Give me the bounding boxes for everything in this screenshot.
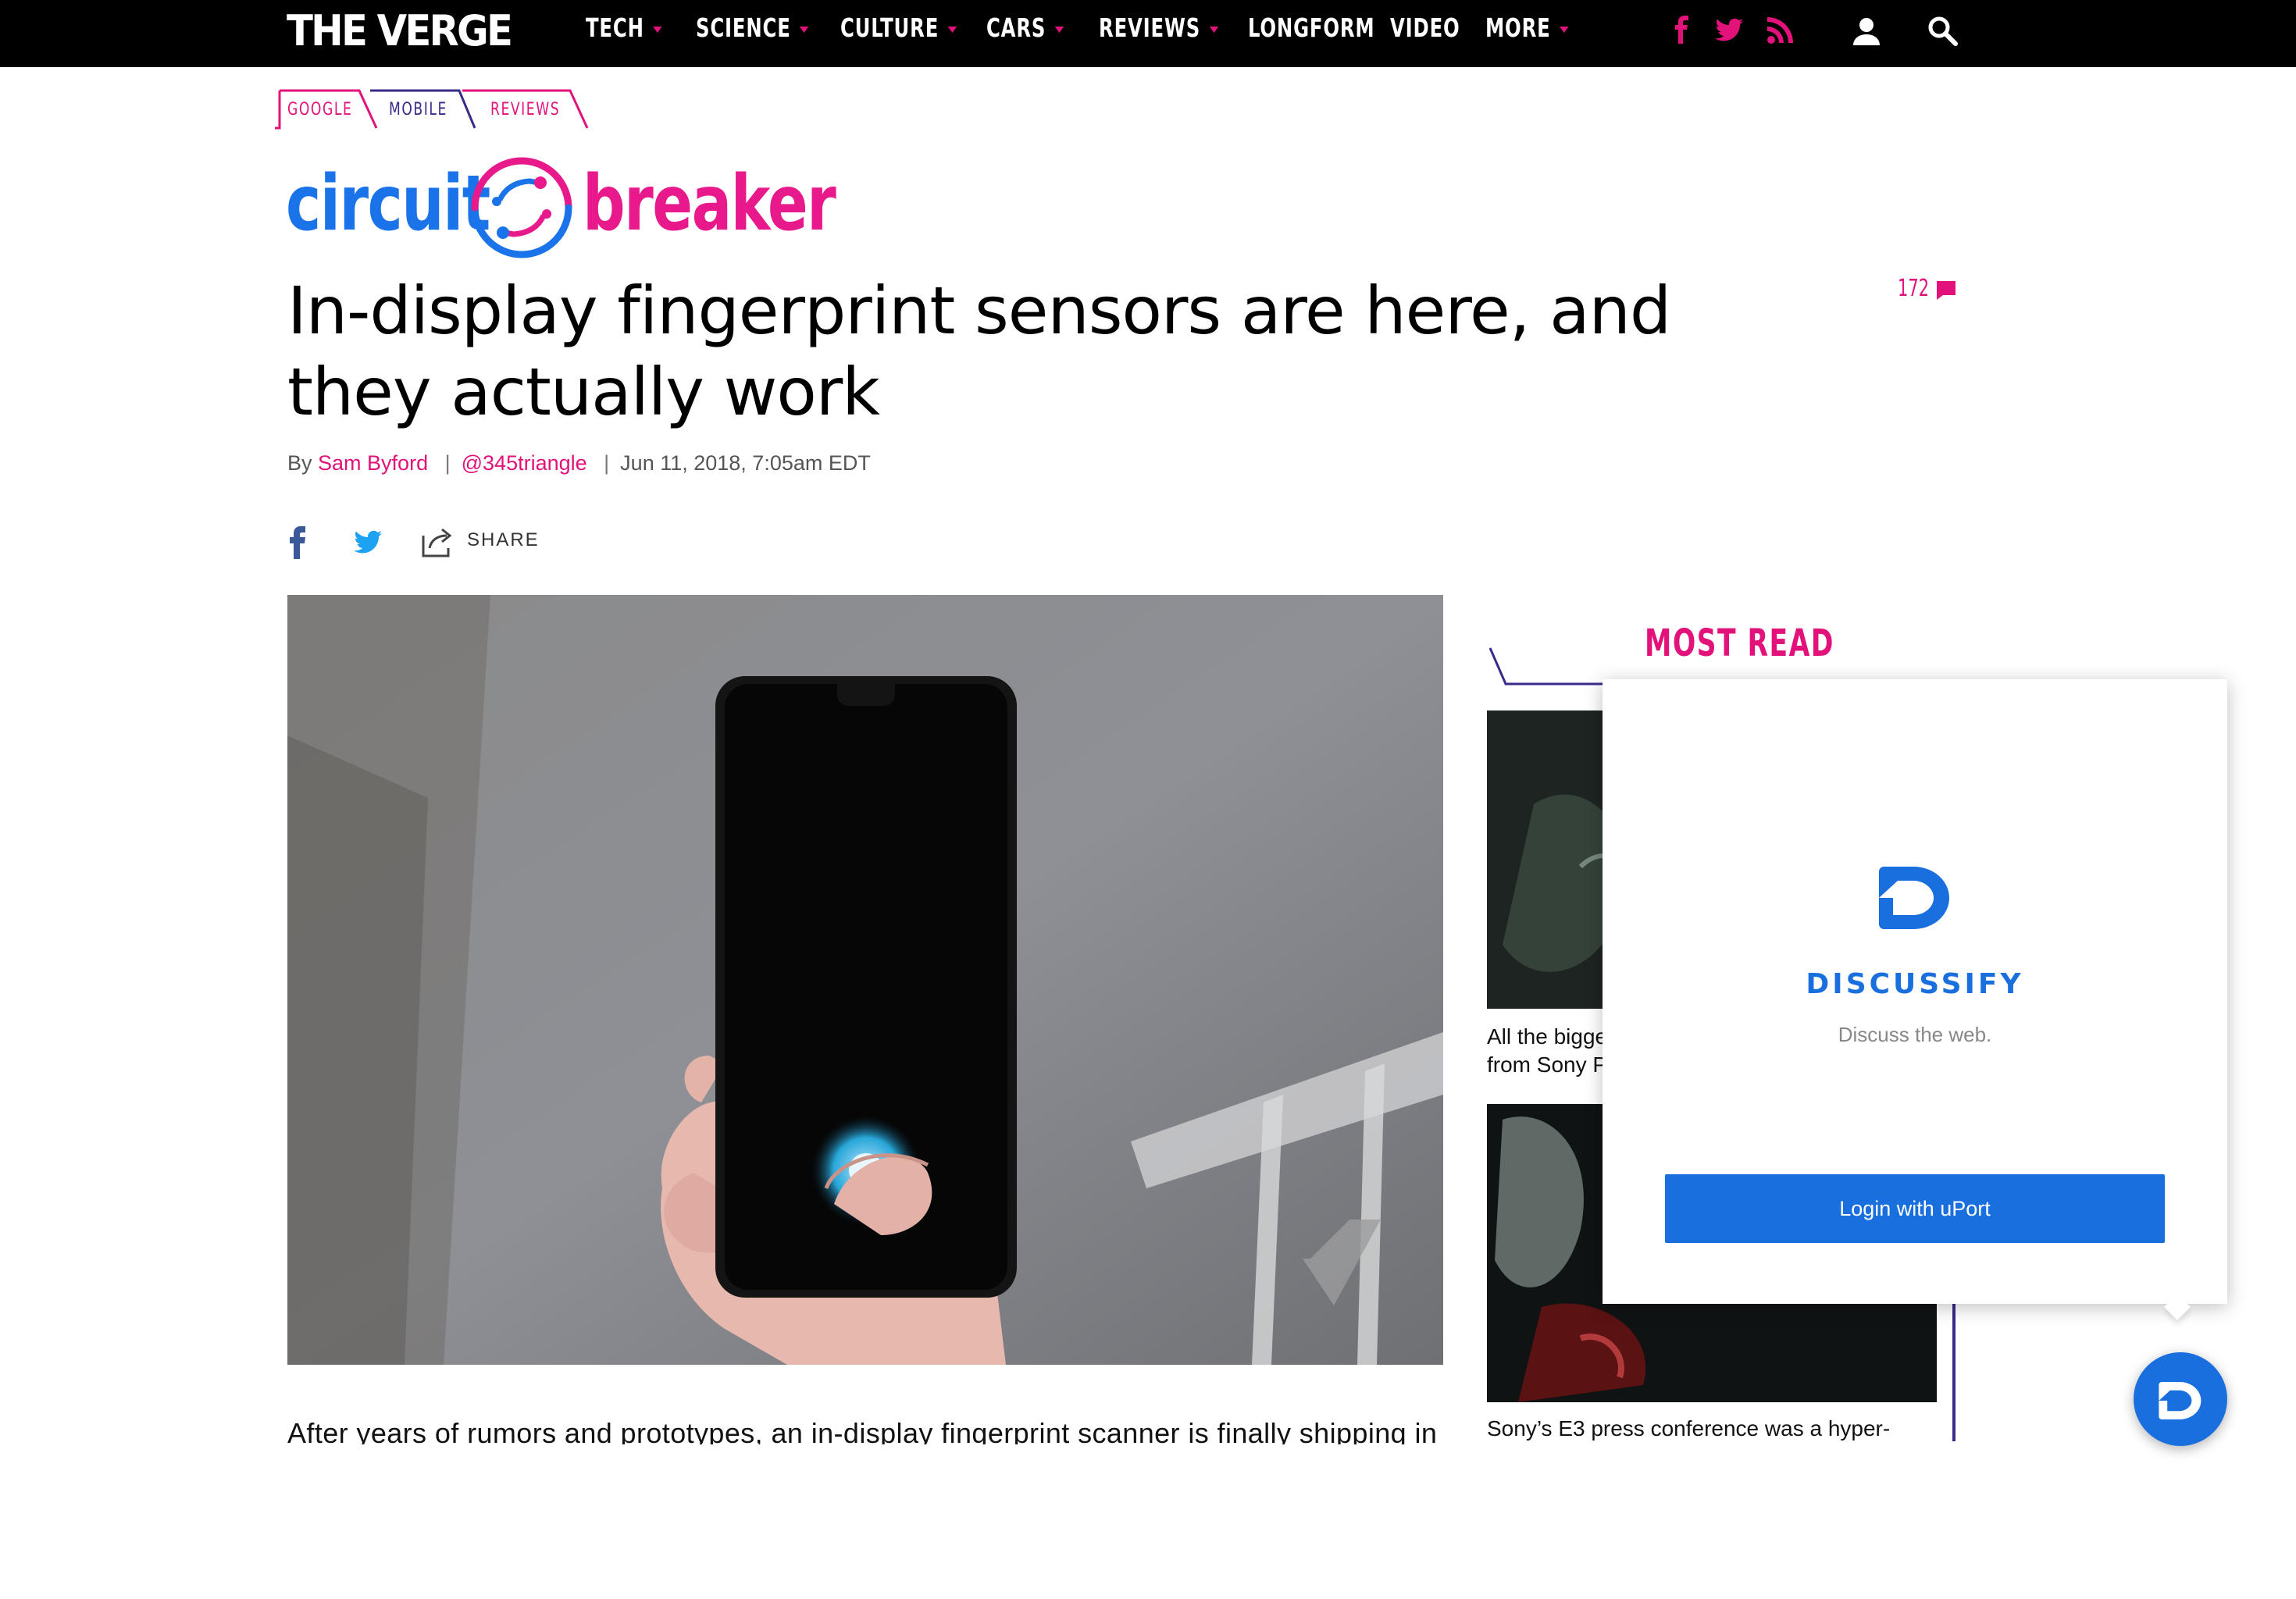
nav-label: CULTURE	[840, 12, 939, 43]
nav-label: MORE	[1485, 12, 1551, 43]
article-body-clip: After years of rumors and prototypes, an…	[287, 1415, 1443, 1444]
divider: |	[604, 451, 610, 475]
breadcrumb-reviews[interactable]: REVIEWS	[490, 92, 560, 128]
nav-label: REVIEWS	[1099, 12, 1201, 43]
phone-fingerprint-photo	[287, 595, 1443, 1365]
byline-prefix: By	[287, 451, 312, 475]
most-read-caption-2: Sony’s E3 press conference was a hyper-	[1487, 1416, 1891, 1441]
publish-date: Jun 11, 2018, 7:05am EDT	[620, 451, 871, 475]
comment-count: 172	[1898, 275, 1930, 302]
comment-count-link[interactable]: 172	[1898, 275, 1956, 302]
nav-item-science[interactable]: SCIENCE	[696, 0, 809, 56]
caret-down-icon	[1054, 26, 1064, 33]
byline: By Sam Byford | @345triangle | Jun 11, 201…	[287, 451, 871, 475]
discussify-launcher-button[interactable]	[2134, 1352, 2227, 1446]
breadcrumb-google[interactable]: GOOGLE	[287, 92, 352, 128]
most-read-item-2[interactable]: Sony’s E3 press conference was a hyper-	[1487, 1415, 1937, 1443]
circuit-breaker-icon	[471, 157, 572, 258]
share-twitter-icon[interactable]	[350, 526, 386, 557]
nav-label: LONGFORM	[1248, 12, 1375, 43]
facebook-icon[interactable]	[1667, 14, 1698, 45]
share-icon	[422, 528, 452, 557]
breaker-wordmark: breaker	[583, 159, 836, 248]
article-body-text: After years of rumors and prototypes, an…	[287, 1417, 1438, 1444]
the-verge-logo[interactable]: THE VERGE	[287, 3, 513, 59]
divider: |	[444, 451, 451, 475]
twitter-handle-link[interactable]: @345triangle	[462, 451, 587, 475]
caret-down-icon	[947, 26, 957, 33]
search-icon[interactable]	[1927, 16, 1959, 47]
nav-item-longform[interactable]: LONGFORM	[1248, 0, 1374, 56]
caret-down-icon	[1209, 26, 1219, 33]
caret-down-icon	[800, 26, 809, 33]
nav-item-tech[interactable]: TECH	[586, 0, 662, 56]
discussify-logo-icon	[1879, 867, 1949, 929]
most-read-heading: MOST READ	[1645, 621, 1834, 665]
nav-item-more[interactable]: MORE	[1485, 0, 1569, 56]
user-icon[interactable]	[1851, 16, 1882, 47]
comment-bubble-icon	[1937, 281, 1956, 300]
login-with-uport-button[interactable]: Login with uPort	[1665, 1174, 2165, 1243]
nav-label: TECH	[586, 12, 644, 43]
nav-item-reviews[interactable]: REVIEWS	[1099, 0, 1219, 56]
discussify-fab-icon	[2159, 1382, 2202, 1419]
top-navigation-bar: THE VERGE TECH SCIENCE CULTURE CARS REVI…	[0, 0, 2296, 67]
article-hero-image	[287, 595, 1443, 1365]
nav-item-cars[interactable]: CARS	[986, 0, 1064, 56]
discussify-tagline: Discuss the web.	[1838, 1023, 1992, 1046]
nav-label: CARS	[986, 12, 1046, 43]
caret-down-icon	[653, 26, 662, 33]
discussify-brand: DISCUSSIFY	[1806, 968, 2024, 1000]
nav-label: VIDEO	[1390, 12, 1460, 43]
discussify-popup: DISCUSSIFY Discuss the web. Login with u…	[1603, 679, 2227, 1304]
share-label: SHARE	[467, 529, 540, 550]
nav-item-video[interactable]: VIDEO	[1390, 0, 1460, 56]
caret-down-icon	[1560, 26, 1569, 33]
breadcrumb-mobile[interactable]: MOBILE	[389, 92, 447, 128]
rss-icon[interactable]	[1765, 14, 1796, 45]
circuit-wordmark: circuit	[286, 159, 490, 248]
nav-item-culture[interactable]: CULTURE	[840, 0, 957, 56]
twitter-icon[interactable]	[1713, 14, 1745, 45]
author-link[interactable]: Sam Byford	[318, 451, 428, 475]
nav-label: SCIENCE	[696, 12, 791, 43]
article-headline: In-display fingerprint sensors are here,…	[287, 272, 1671, 430]
share-facebook-icon[interactable]	[287, 525, 309, 559]
